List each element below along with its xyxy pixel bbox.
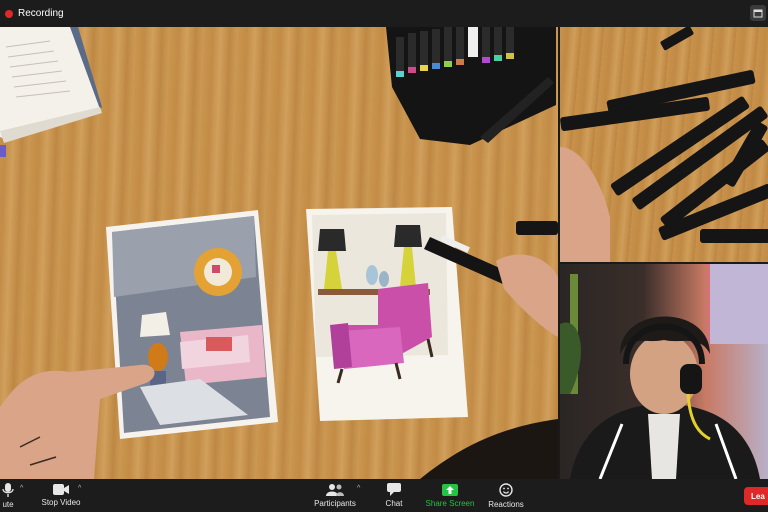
chat-button[interactable]: Chat [380,479,408,512]
calendar-icon [753,9,763,18]
participants-label: Participants [314,498,356,508]
marker-image [516,221,558,235]
caret-up-icon[interactable]: ^ [20,485,23,492]
reactions-icon [499,482,513,497]
marker-bag-image [386,27,556,145]
leave-button[interactable]: Lea [744,487,768,505]
reactions-label: Reactions [488,499,524,509]
participants-button[interactable]: Participants [312,479,358,512]
participant-video-tile-person[interactable] [560,264,768,479]
participants-icon [326,483,344,496]
tile-divider-vertical [558,27,560,479]
stop-video-label: Stop Video [41,498,81,507]
microphone-icon [2,482,14,497]
top-bar: Recording [0,0,768,27]
book-image [0,27,102,143]
caret-up-icon[interactable]: ^ [78,485,81,492]
chat-label: Chat [385,499,403,508]
caret-up-icon[interactable]: ^ [357,485,360,492]
view-button[interactable] [750,5,766,21]
stop-video-button[interactable]: Stop Video [38,479,84,512]
share-screen-label: Share Screen [425,498,475,508]
person-video-feed [560,264,768,479]
plant-shadow-image [420,419,558,479]
reactions-button[interactable]: Reactions [486,479,526,512]
tile-divider-horizontal [560,262,768,264]
recording-dot-icon [5,9,13,18]
mute-button[interactable]: ute [0,479,16,512]
video-camera-icon [53,484,69,495]
markers-video-feed [560,27,768,262]
recording-label: Recording [18,8,64,19]
main-video-feed [0,27,558,479]
drawing-card-left [106,210,278,439]
share-screen-button[interactable]: Share Screen [424,479,476,512]
chat-icon [387,483,401,496]
participant-video-tile-markers[interactable] [560,27,768,262]
main-video-tile[interactable] [0,27,558,479]
share-screen-icon [442,483,458,496]
meeting-toolbar: ute ^ Stop Video ^ Participants ^ Chat S [0,479,768,512]
recording-indicator[interactable]: Recording [5,8,64,19]
mute-label: ute [2,499,14,509]
